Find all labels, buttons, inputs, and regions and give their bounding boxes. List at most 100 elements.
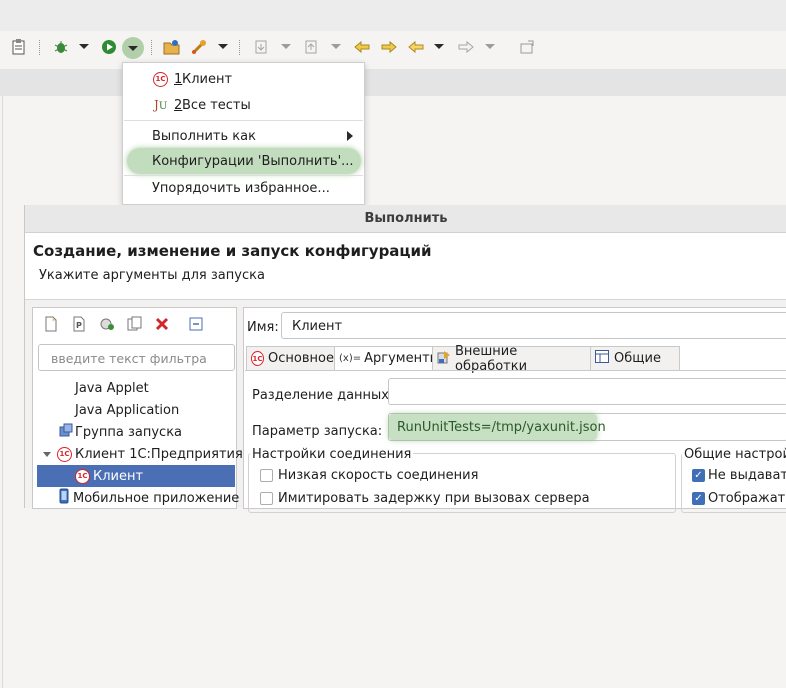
variables-icon: (x)= — [339, 353, 362, 364]
external-tools-icon[interactable] — [190, 37, 208, 57]
checkbox-box[interactable] — [260, 469, 273, 482]
external-processing-icon — [437, 350, 451, 368]
last-edit-location-icon[interactable] — [352, 37, 372, 57]
simulate-delay-checkbox[interactable]: Имитировать задержку при вызовах сервера — [260, 491, 590, 506]
chevron-down-icon — [128, 45, 138, 51]
expand-arrow-icon[interactable] — [43, 451, 51, 457]
data-separation-field[interactable] — [388, 378, 786, 405]
checkbox-label: Отображать — [708, 491, 786, 506]
title-bar — [0, 0, 786, 31]
tree-item-label: Java Application — [75, 402, 180, 418]
junit-icon: JU — [154, 98, 168, 112]
tree-item-label: Группа запуска — [75, 424, 183, 440]
new-configuration-icon[interactable]: * — [43, 316, 59, 336]
tree-item-java-application[interactable]: Java Application — [75, 399, 179, 421]
name-field[interactable]: Клиент — [281, 312, 786, 339]
menu-item-label: Конфигурации 'Выполнить'... — [152, 153, 354, 169]
svg-text:*: * — [52, 317, 56, 325]
menu-item-run-configurations[interactable]: Конфигурации 'Выполнить'... — [123, 149, 364, 173]
tree-item-1c-client[interactable]: 1C Клиент 1С:Предприятия — [43, 443, 243, 465]
menu-item-all-tests[interactable]: JU 2 Все тесты — [123, 93, 364, 117]
tree-item-client[interactable]: 1C Клиент — [75, 465, 143, 487]
launch-parameter-value: RunUnitTests=/tmp/yaxunit.json — [397, 420, 606, 435]
tab-external-processing[interactable]: Внешние обработки — [432, 344, 591, 374]
tab-label: Общие — [614, 351, 661, 366]
submenu-arrow-icon — [347, 131, 353, 141]
tab-label: Аргументы — [364, 351, 440, 366]
tree-item-label: Клиент 1С:Предприятия — [75, 446, 243, 462]
forward-dropdown-icon[interactable] — [485, 44, 495, 49]
low-speed-checkbox[interactable]: Низкая скорость соединения — [260, 468, 478, 483]
dialog-heading: Создание, изменение и запуск конфигураци… — [33, 242, 432, 260]
1c-logo-icon: 1C — [75, 468, 90, 484]
checkbox-label: Низкая скорость соединения — [278, 468, 479, 483]
checkbox-label: Имитировать задержку при вызовах сервера — [278, 491, 590, 506]
menu-item-label: Выполнить как — [152, 128, 256, 144]
pin-editor-icon[interactable] — [518, 37, 536, 57]
tab-common[interactable]: Общие — [590, 346, 680, 370]
menu-item-organize-favorites[interactable]: Упорядочить избранное... — [123, 176, 364, 200]
checkbox-checked[interactable]: ✓ — [692, 492, 705, 505]
tab-label: Внешние обработки — [455, 343, 528, 374]
menu-divider — [124, 120, 363, 121]
next-annotation-dropdown-icon[interactable] — [281, 44, 291, 49]
dont-show-checkbox[interactable]: ✓ Не выдавать — [692, 468, 786, 483]
debug-icon[interactable] — [52, 37, 70, 57]
toolbar-separator — [239, 40, 241, 55]
checkbox-label: Не выдавать — [708, 468, 786, 483]
tree-item-launch-group[interactable]: Группа запуска — [59, 421, 182, 443]
toolbar-separator — [39, 40, 41, 55]
tree-item-mobile-app[interactable]: Мобильное приложение — [59, 487, 239, 509]
configurations-panel: * P введите текст фильтра Java Applet Ja… — [32, 307, 243, 509]
tab-arguments[interactable]: (x)= Аргументы — [334, 346, 440, 370]
previous-annotation-dropdown-icon[interactable] — [331, 44, 341, 49]
display-checkbox[interactable]: ✓ Отображать — [692, 491, 786, 506]
name-field-value: Клиент — [292, 319, 343, 334]
run-icon[interactable] — [100, 37, 118, 57]
back-dropdown-icon[interactable] — [434, 44, 444, 49]
filter-input[interactable]: введите текст фильтра — [38, 344, 235, 371]
open-folder-icon[interactable] — [163, 37, 181, 57]
dialog-subtitle: Укажите аргументы для запуска — [39, 268, 265, 283]
mobile-phone-icon — [59, 488, 69, 508]
back-icon[interactable] — [406, 37, 426, 57]
new-prototype-icon[interactable]: P — [71, 316, 87, 336]
editor-tab-bar — [0, 69, 786, 96]
collapse-all-icon[interactable] — [189, 317, 203, 335]
main-toolbar — [0, 31, 786, 65]
clipboard-icon[interactable] — [10, 37, 28, 57]
configurations-toolbar: * P — [43, 316, 203, 336]
duplicate-icon[interactable] — [127, 316, 143, 336]
svg-text:P: P — [76, 321, 82, 330]
table-icon — [595, 350, 609, 367]
menu-item-run-as[interactable]: Выполнить как — [123, 124, 364, 148]
tab-main[interactable]: 1C Основное — [246, 346, 335, 370]
external-tools-dropdown-icon[interactable] — [218, 44, 228, 49]
1c-logo-icon: 1C — [251, 351, 265, 366]
general-settings-title: Общие настройки — [682, 447, 786, 462]
tree-item-label: Мобильное приложение — [73, 490, 240, 506]
menu-item-client[interactable]: 1C 1 Клиент — [123, 67, 364, 91]
1c-logo-icon: 1C — [153, 71, 168, 87]
dialog-body: * P введите текст фильтра Java Applet Ja… — [25, 299, 786, 513]
divider — [2, 96, 3, 688]
tab-divider — [245, 370, 786, 371]
export-icon[interactable] — [99, 316, 115, 336]
dialog-title: Выполнить — [25, 205, 786, 233]
forward-icon[interactable] — [456, 37, 476, 57]
checkbox-checked[interactable]: ✓ — [692, 469, 705, 482]
delete-icon[interactable] — [155, 317, 169, 335]
connection-settings-title: Настройки соединения — [250, 447, 414, 462]
tree-item-java-applet[interactable]: Java Applet — [75, 377, 149, 399]
checkbox-box[interactable] — [260, 492, 273, 505]
tree-item-label: Клиент — [93, 468, 144, 484]
previous-annotation-icon[interactable] — [302, 37, 320, 57]
debug-dropdown-icon[interactable] — [79, 44, 89, 49]
launch-parameter-label: Параметр запуска: — [252, 424, 383, 439]
navigate-icon[interactable] — [379, 37, 399, 57]
next-annotation-icon[interactable] — [252, 37, 270, 57]
run-dropdown-button[interactable] — [122, 37, 144, 59]
menu-item-label: Все тесты — [182, 97, 251, 113]
menu-item-label: Упорядочить избранное... — [152, 180, 330, 196]
tab-label: Основное — [268, 351, 334, 366]
